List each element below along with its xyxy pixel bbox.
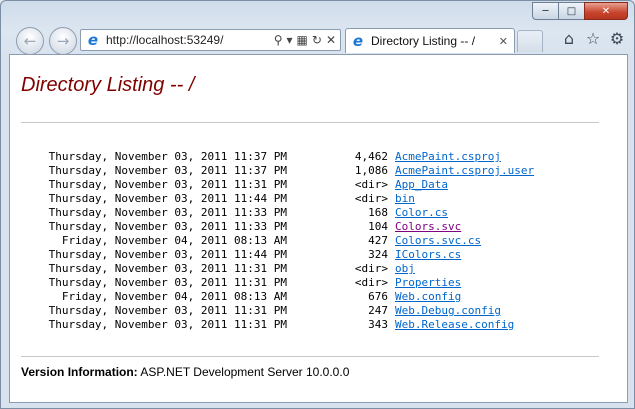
entry-size: 247 <box>368 304 388 317</box>
entry-size: <dir> <box>354 178 388 191</box>
entry-size: 104 <box>368 220 388 233</box>
entry-link[interactable]: Properties <box>395 276 461 290</box>
entry-size: 343 <box>368 318 388 331</box>
version-label: Version Information: <box>21 365 138 379</box>
search-icon[interactable]: ⚲ <box>274 33 283 47</box>
entry-size: 1,086 <box>354 164 388 177</box>
ie-page-icon: e <box>87 31 99 49</box>
listing-row: Thursday, November 03, 2011 11:31 PM <dir… <box>35 178 534 192</box>
listing-row: Thursday, November 03, 2011 11:31 PM <dir… <box>35 262 534 276</box>
entry-size: 4,462 <box>354 150 388 163</box>
divider-bottom <box>21 356 599 357</box>
entry-link[interactable]: IColors.cs <box>395 248 461 262</box>
new-tab-button[interactable] <box>517 30 543 52</box>
listing-row: Thursday, November 03, 2011 11:44 PM <dir… <box>35 192 534 206</box>
entry-link[interactable]: Web.config <box>395 290 461 304</box>
listing-row: Thursday, November 03, 2011 11:31 PM <dir… <box>35 276 534 290</box>
directory-listing: Thursday, November 03, 2011 11:37 PM 4,46… <box>35 150 535 332</box>
entry-size: 676 <box>368 290 388 303</box>
version-value: ASP.NET Development Server 10.0.0.0 <box>140 365 350 379</box>
listing-row: Friday, November 04, 2011 08:13 AM 676 Web… <box>35 290 534 304</box>
refresh-icon[interactable]: ↻ <box>312 33 322 47</box>
entry-link[interactable]: Color.cs <box>395 206 448 220</box>
listing-row: Friday, November 04, 2011 08:13 AM 427 Col… <box>35 234 534 248</box>
browser-window: ─ □ ✕ ← → e http://localhost:53249/ ⚲ ▾ … <box>0 0 635 409</box>
close-window-button[interactable]: ✕ <box>584 2 628 20</box>
entry-size: 427 <box>368 234 388 247</box>
window-controls: ─ □ ✕ <box>532 2 628 20</box>
entry-link[interactable]: Web.Debug.config <box>395 304 501 318</box>
listing-row: Thursday, November 03, 2011 11:33 PM 104 C… <box>35 220 534 234</box>
entry-date: Thursday, November 03, 2011 11:37 PM <box>48 164 287 177</box>
page-content: Directory Listing -- / Thursday, Novembe… <box>9 54 628 403</box>
listing-row: Thursday, November 03, 2011 11:37 PM 4,46… <box>35 150 534 164</box>
address-tools: ⚲ ▾ ▦ ↻ ✕ <box>274 33 336 47</box>
entry-date: Thursday, November 03, 2011 11:31 PM <box>48 262 287 275</box>
address-url[interactable]: http://localhost:53249/ <box>106 33 274 47</box>
entry-size: 324 <box>368 248 388 261</box>
entry-date: Thursday, November 03, 2011 11:31 PM <box>48 276 287 289</box>
stop-icon[interactable]: ✕ <box>326 33 336 47</box>
entry-size: <dir> <box>354 262 388 275</box>
entry-link[interactable]: App_Data <box>395 178 448 192</box>
home-icon[interactable]: ⌂ <box>560 29 578 49</box>
entry-size: 168 <box>368 206 388 219</box>
entry-date: Thursday, November 03, 2011 11:31 PM <box>48 304 287 317</box>
forward-button[interactable]: → <box>49 27 77 55</box>
version-info: Version Information: ASP.NET Development… <box>21 365 349 379</box>
gear-icon[interactable]: ⚙ <box>608 29 626 49</box>
back-arrow-icon: ← <box>23 32 37 50</box>
back-button[interactable]: ← <box>16 27 44 55</box>
entry-date: Friday, November 04, 2011 08:13 AM <box>61 290 287 303</box>
entry-size: <dir> <box>354 192 388 205</box>
entry-link[interactable]: Web.Release.config <box>395 318 514 332</box>
entry-date: Thursday, November 03, 2011 11:31 PM <box>48 318 287 331</box>
entry-link[interactable]: AcmePaint.csproj <box>395 150 501 164</box>
tab-close-icon[interactable]: ✕ <box>499 35 508 48</box>
entry-date: Thursday, November 03, 2011 11:37 PM <box>48 150 287 163</box>
forward-arrow-icon: → <box>56 32 70 50</box>
ie-tab-icon: e <box>352 32 364 50</box>
entry-date: Thursday, November 03, 2011 11:33 PM <box>48 220 287 233</box>
listing-row: Thursday, November 03, 2011 11:33 PM 168 C… <box>35 206 534 220</box>
entry-date: Thursday, November 03, 2011 11:44 PM <box>48 192 287 205</box>
listing-row: Thursday, November 03, 2011 11:31 PM 343 W… <box>35 318 534 332</box>
listing-row: Thursday, November 03, 2011 11:44 PM 324 I… <box>35 248 534 262</box>
entry-date: Friday, November 04, 2011 08:13 AM <box>61 234 287 247</box>
entry-link[interactable]: bin <box>395 192 415 206</box>
listing-row: Thursday, November 03, 2011 11:31 PM 247 W… <box>35 304 534 318</box>
dropdown-icon[interactable]: ▾ <box>287 33 293 47</box>
minimize-button[interactable]: ─ <box>532 2 558 20</box>
star-icon[interactable]: ☆ <box>584 29 602 49</box>
entry-size: <dir> <box>354 276 388 289</box>
entry-date: Thursday, November 03, 2011 11:44 PM <box>48 248 287 261</box>
command-icons: ⌂ ☆ ⚙ <box>560 29 626 49</box>
tab-title: Directory Listing -- / <box>371 34 476 48</box>
entry-date: Thursday, November 03, 2011 11:31 PM <box>48 178 287 191</box>
entry-link[interactable]: Colors.svc <box>395 220 461 234</box>
maximize-button[interactable]: □ <box>558 2 584 20</box>
address-bar[interactable]: e http://localhost:53249/ ⚲ ▾ ▦ ↻ ✕ <box>80 29 341 51</box>
entry-link[interactable]: obj <box>395 262 415 276</box>
entry-link[interactable]: AcmePaint.csproj.user <box>395 164 534 178</box>
page-heading: Directory Listing -- / <box>21 74 195 96</box>
entry-link[interactable]: Colors.svc.cs <box>395 234 481 248</box>
divider-top <box>21 122 599 123</box>
tab-directory-listing[interactable]: e Directory Listing -- / ✕ <box>345 28 515 53</box>
compatibility-icon[interactable]: ▦ <box>297 33 308 47</box>
listing-row: Thursday, November 03, 2011 11:37 PM 1,08… <box>35 164 535 178</box>
entry-date: Thursday, November 03, 2011 11:33 PM <box>48 206 287 219</box>
